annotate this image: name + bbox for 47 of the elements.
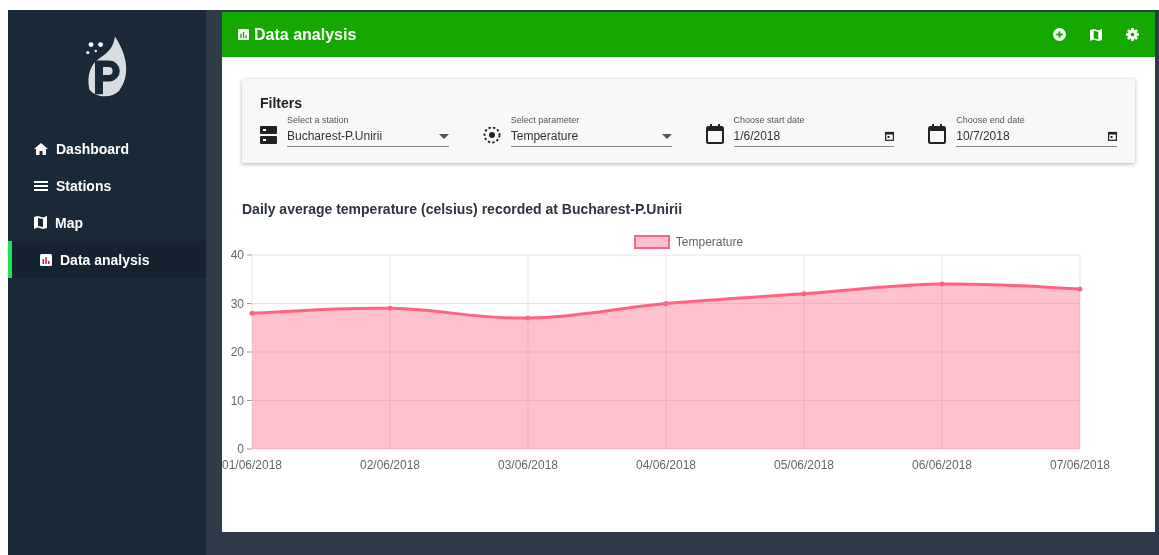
sidebar-item[interactable]: Data analysis [8,241,206,278]
data-point [525,315,531,321]
chart-icon [238,29,249,40]
date-field[interactable]: Choose end date 10/7/2018 [956,115,1117,147]
date-field[interactable]: Choose start date 1/6/2018 [733,115,895,147]
dropdown-icon [661,133,672,139]
y-tick-label: 10 [230,393,244,408]
data-point [801,291,807,297]
home-icon [34,142,48,155]
y-tick-label: 20 [230,345,244,359]
chart-title: Daily average temperature (celsius) recorded at Bucharest-P.Unirii [242,201,684,217]
map-icon[interactable] [1090,28,1102,41]
target-icon [482,126,501,144]
sidebar-item[interactable]: Dashboard [8,130,206,167]
x-tick-label: 05/06/2018 [773,458,835,472]
list-icon [34,179,48,192]
x-tick-label: 04/06/2018 [635,458,697,472]
map-icon [34,216,47,229]
data-point [1077,286,1083,292]
legend-label: Temperature [675,235,744,249]
calendar-icon[interactable] [885,131,895,141]
data-point [249,310,255,316]
dropdown-icon [438,133,449,139]
page-title: Data analysis [254,25,357,44]
settings-icon[interactable] [1126,28,1139,41]
select-field[interactable]: Select a station Bucharest-P.Unirii [287,115,449,147]
sidebar-item[interactable]: Map [8,204,206,241]
x-tick-label: 02/06/2018 [359,458,421,472]
select-field[interactable]: Select parameter Temperature [510,115,672,147]
calendar-icon [928,124,947,144]
data-point [663,301,669,306]
server-icon [260,126,277,144]
calendar-icon [705,124,724,144]
x-tick-label: 07/06/2018 [1049,458,1111,472]
y-tick-label: 30 [230,296,244,311]
x-tick-label: 03/06/2018 [497,458,559,472]
chart-icon [40,253,52,266]
data-point [939,281,945,287]
add-icon[interactable] [1053,28,1066,41]
y-tick-label: 0 [237,442,244,456]
sidebar-item[interactable]: Stations [8,167,206,204]
x-tick-label: 06/06/2018 [911,458,973,472]
filters-title: Filters [260,95,303,111]
data-point [387,305,393,311]
x-tick-label: 01/06/2018 [221,458,283,472]
calendar-icon[interactable] [1108,131,1117,141]
y-tick-label: 40 [230,248,244,262]
